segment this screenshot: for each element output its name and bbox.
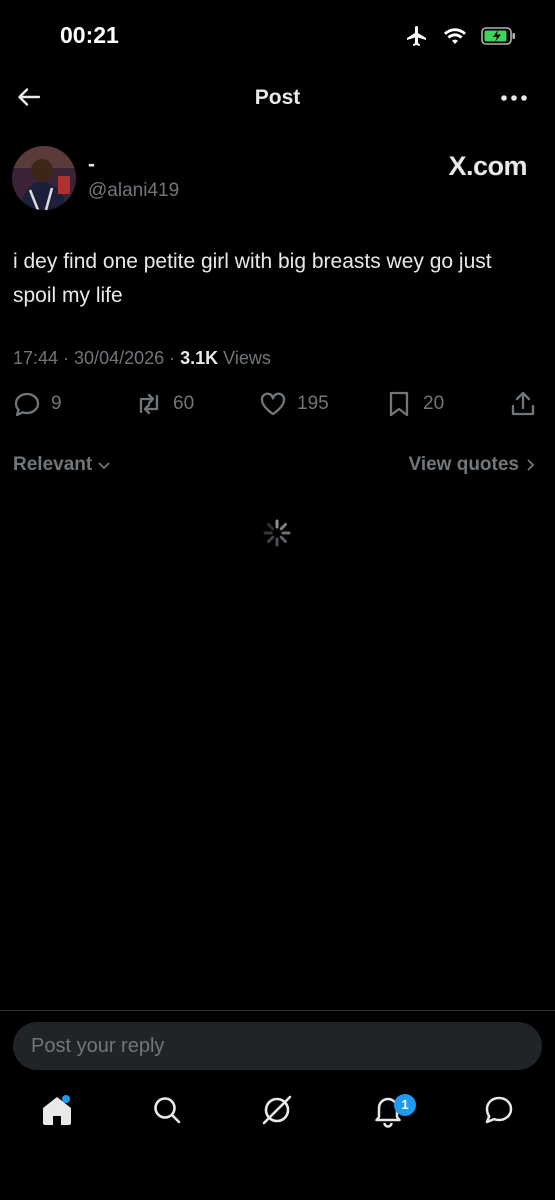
post-meta: 17:44 · 30/04/2026 · 3.1K Views — [13, 348, 271, 369]
loading-spinner-icon — [262, 518, 292, 548]
views-label: Views — [218, 348, 271, 368]
avatar[interactable] — [12, 146, 76, 210]
bottom-tab-bar: 1 — [0, 1090, 555, 1150]
bookmark-icon — [389, 391, 409, 417]
post-text: i dey find one petite girl with big brea… — [13, 250, 492, 307]
tab-home[interactable] — [37, 1090, 77, 1130]
view-quotes-link[interactable]: View quotes — [408, 454, 537, 476]
reply-count: 9 — [51, 393, 62, 414]
chat-icon — [485, 1096, 513, 1124]
reply-input[interactable]: Post your reply — [13, 1022, 542, 1070]
x-com-watermark: X.com — [448, 151, 527, 181]
share-icon — [511, 391, 535, 416]
display-name[interactable]: - — [88, 153, 95, 177]
post-timestamp: 17:44 · 30/04/2026 · — [13, 348, 181, 368]
post-actions: 9 60 195 20 — [13, 390, 538, 426]
repost-icon — [139, 393, 159, 415]
reply-icon — [14, 392, 40, 417]
sort-dropdown[interactable]: Relevant — [13, 454, 112, 476]
tab-grok[interactable] — [257, 1090, 297, 1130]
repost-count: 60 — [173, 393, 195, 414]
reply-button[interactable]: 9 — [13, 390, 62, 418]
page-title: Post — [254, 86, 301, 109]
sort-label: Relevant — [13, 454, 93, 475]
like-count: 195 — [297, 393, 329, 414]
home-unread-dot — [62, 1095, 70, 1103]
more-button[interactable] — [499, 90, 529, 106]
chevron-right-icon — [527, 459, 535, 471]
share-button[interactable] — [509, 390, 537, 418]
heart-icon — [260, 392, 286, 416]
bookmark-button[interactable]: 20 — [385, 390, 444, 418]
views-count[interactable]: 3.1K — [180, 348, 218, 368]
bookmark-count: 20 — [423, 393, 445, 414]
divider — [0, 1010, 555, 1011]
status-icons — [405, 24, 517, 48]
view-quotes-label: View quotes — [408, 454, 519, 475]
reply-placeholder: Post your reply — [31, 1035, 165, 1057]
search-icon — [154, 1097, 181, 1124]
grok-icon — [262, 1095, 292, 1125]
tab-notifications[interactable]: 1 — [368, 1090, 416, 1130]
user-handle[interactable]: @alani419 — [88, 180, 179, 202]
status-time: 00:21 — [60, 22, 119, 48]
like-button[interactable]: 195 — [259, 390, 329, 418]
battery-charging-icon — [481, 26, 517, 46]
airplane-icon — [405, 24, 429, 48]
chevron-down-icon — [98, 462, 110, 470]
tab-messages[interactable] — [479, 1090, 519, 1130]
notifications-badge: 1 — [394, 1094, 416, 1116]
wifi-icon — [443, 26, 467, 46]
more-icon — [501, 95, 527, 101]
tab-search[interactable] — [147, 1090, 187, 1130]
repost-button[interactable]: 60 — [135, 390, 194, 418]
home-icon — [43, 1097, 71, 1125]
